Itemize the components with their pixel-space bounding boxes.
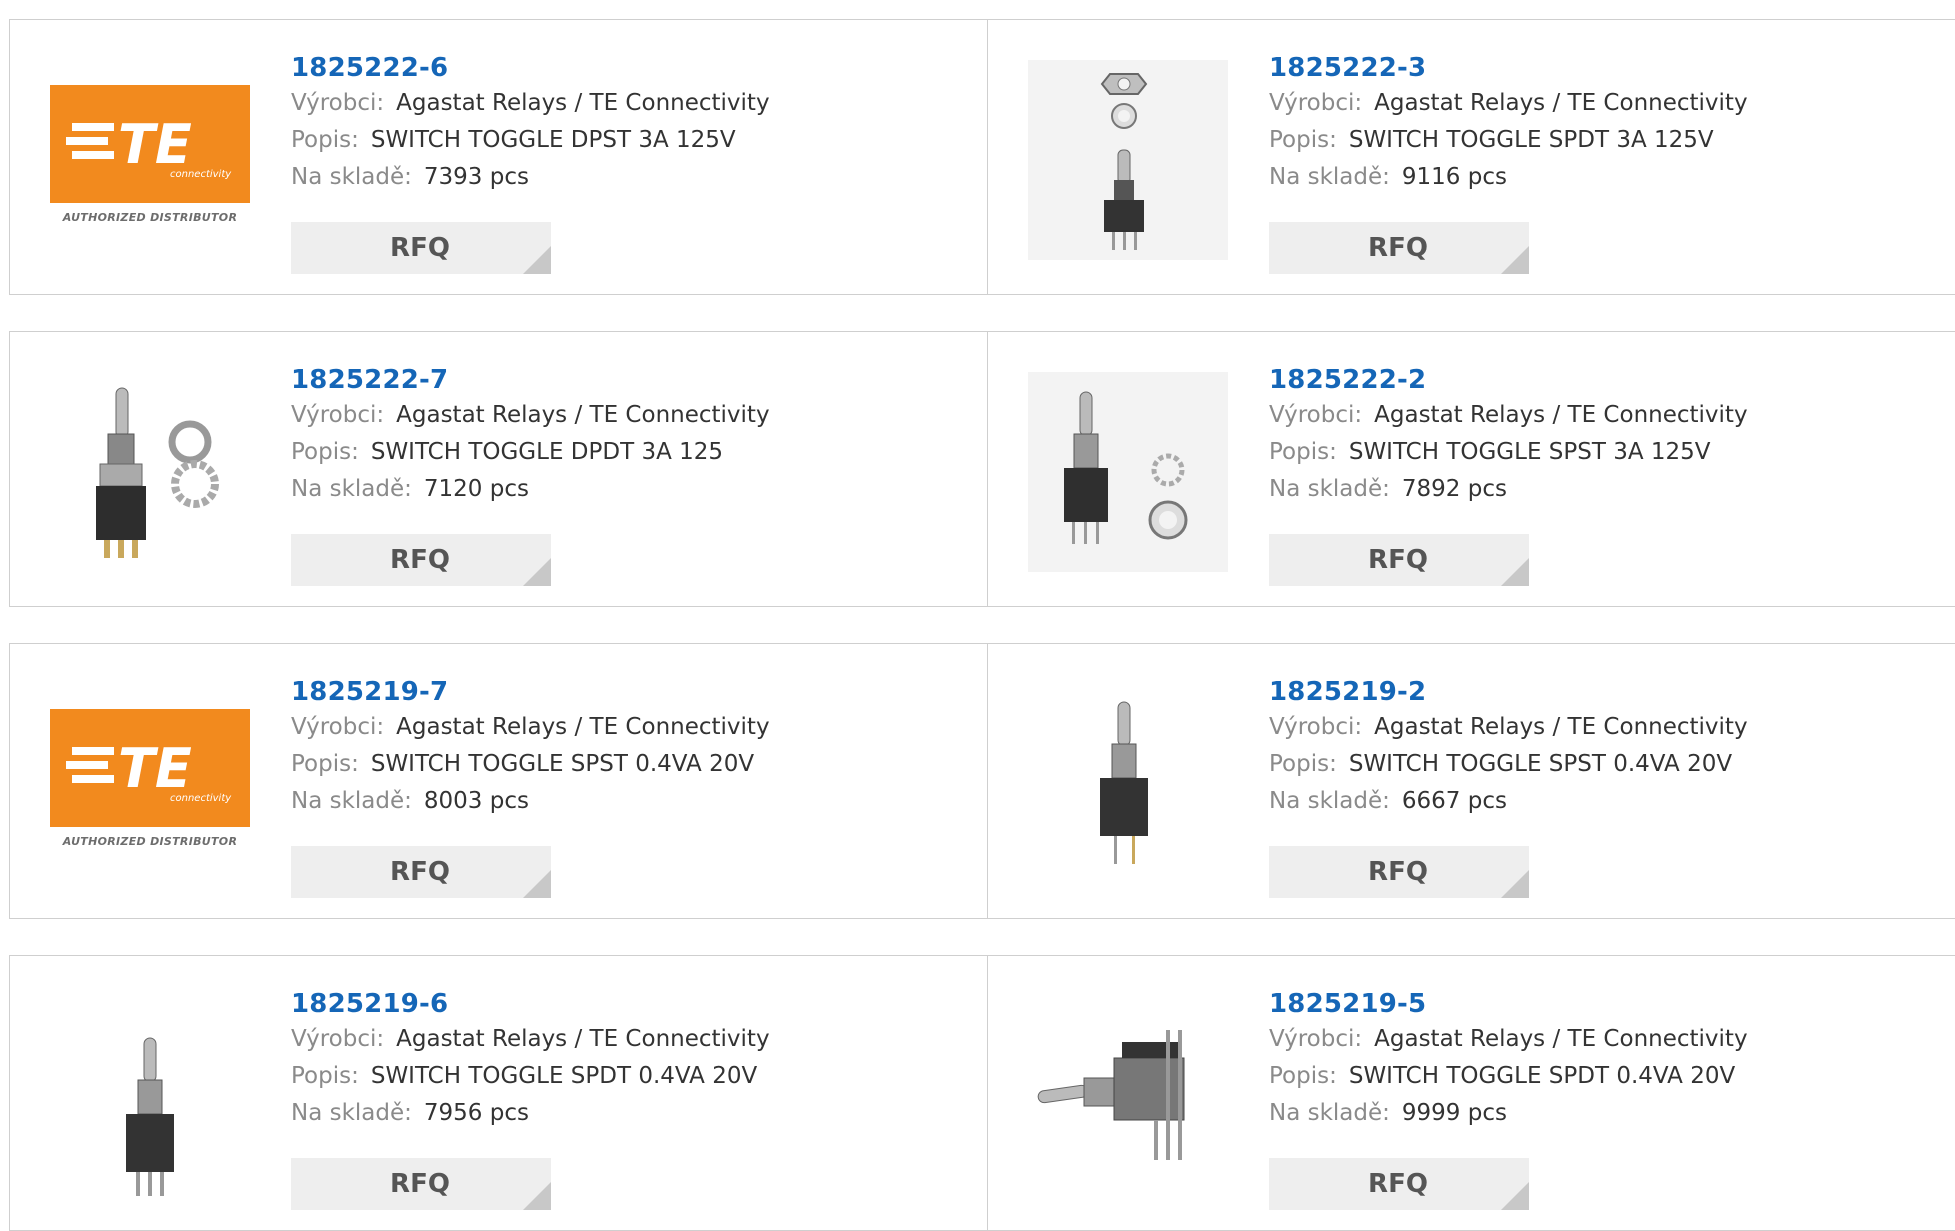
manufacturer-label: Výrobci: <box>291 1026 385 1052</box>
rfq-button[interactable]: RFQ <box>1269 846 1529 898</box>
part-number-link[interactable]: 1825219-5 <box>1269 987 1748 1021</box>
toggle-switch-icon <box>50 996 250 1196</box>
manufacturer-label: Výrobci: <box>291 402 385 428</box>
description-label: Popis: <box>1269 751 1337 777</box>
product-card: 1825219-5 Výrobci: Agastat Relays / TE Co… <box>987 955 1955 1231</box>
manufacturer-value: Agastat Relays / TE Connectivity <box>396 1026 770 1052</box>
svg-text:connectivity: connectivity <box>170 169 232 180</box>
description-value: SWITCH TOGGLE SPST 0.4VA 20V <box>1348 751 1733 777</box>
product-image[interactable] <box>50 996 250 1196</box>
stock-label: Na skladě: <box>291 1100 412 1126</box>
manufacturer-label: Výrobci: <box>1269 90 1363 116</box>
manufacturer-label: Výrobci: <box>1269 1026 1363 1052</box>
product-card: 1825222-2 Výrobci: Agastat Relays / TE Co… <box>987 331 1955 607</box>
product-image[interactable] <box>50 372 250 572</box>
rfq-button[interactable]: RFQ <box>1269 534 1529 586</box>
description-label: Popis: <box>291 127 359 153</box>
stock-value: 7892 pcs <box>1401 476 1507 502</box>
product-card: 1825219-6 Výrobci: Agastat Relays / TE Co… <box>9 955 989 1231</box>
part-number-link[interactable]: 1825219-2 <box>1269 675 1748 709</box>
te-logo-image[interactable]: TE connectivity AUTHORIZED DISTRIBUTOR <box>50 60 250 260</box>
rfq-button[interactable]: RFQ <box>291 846 551 898</box>
manufacturer-value: Agastat Relays / TE Connectivity <box>1374 402 1748 428</box>
te-logo-image[interactable]: TE connectivity AUTHORIZED DISTRIBUTOR <box>50 684 250 884</box>
manufacturer-label: Výrobci: <box>291 714 385 740</box>
part-number-link[interactable]: 1825219-7 <box>291 675 770 709</box>
product-card: TE connectivity AUTHORIZED DISTRIBUTOR 1… <box>9 643 989 919</box>
rfq-button[interactable]: RFQ <box>291 1158 551 1210</box>
description-value: SWITCH TOGGLE SPDT 0.4VA 20V <box>370 1063 758 1089</box>
manufacturer-value: Agastat Relays / TE Connectivity <box>1374 1026 1748 1052</box>
stock-label: Na skladě: <box>291 476 412 502</box>
stock-label: Na skladě: <box>291 164 412 190</box>
description-label: Popis: <box>291 439 359 465</box>
product-image[interactable] <box>1028 684 1228 884</box>
rfq-button[interactable]: RFQ <box>291 222 551 274</box>
rfq-button[interactable]: RFQ <box>291 534 551 586</box>
manufacturer-value: Agastat Relays / TE Connectivity <box>1374 90 1748 116</box>
svg-text:TE: TE <box>118 737 192 800</box>
manufacturer-label: Výrobci: <box>1269 714 1363 740</box>
description-label: Popis: <box>1269 439 1337 465</box>
description-value: SWITCH TOGGLE DPDT 3A 125 <box>370 439 724 465</box>
description-label: Popis: <box>1269 127 1337 153</box>
toggle-switch-icon <box>1028 60 1228 260</box>
stock-value: 7120 pcs <box>423 476 529 502</box>
stock-value: 9116 pcs <box>1401 164 1507 190</box>
part-number-link[interactable]: 1825219-6 <box>291 987 770 1021</box>
stock-value: 9999 pcs <box>1401 1100 1507 1126</box>
description-label: Popis: <box>1269 1063 1337 1089</box>
part-number-link[interactable]: 1825222-3 <box>1269 51 1748 85</box>
description-label: Popis: <box>291 1063 359 1089</box>
product-image[interactable] <box>1028 996 1228 1196</box>
toggle-switch-icon <box>50 372 250 572</box>
toggle-switch-icon <box>1028 684 1228 884</box>
part-number-link[interactable]: 1825222-2 <box>1269 363 1748 397</box>
manufacturer-value: Agastat Relays / TE Connectivity <box>396 90 770 116</box>
svg-text:connectivity: connectivity <box>170 793 232 804</box>
stock-value: 7393 pcs <box>423 164 529 190</box>
product-card: 1825222-7 Výrobci: Agastat Relays / TE Co… <box>9 331 989 607</box>
product-card: 1825219-2 Výrobci: Agastat Relays / TE Co… <box>987 643 1955 919</box>
product-card: 1825222-3 Výrobci: Agastat Relays / TE Co… <box>987 19 1955 295</box>
toggle-switch-icon <box>1028 996 1228 1196</box>
stock-label: Na skladě: <box>291 788 412 814</box>
description-label: Popis: <box>291 751 359 777</box>
product-image[interactable] <box>1028 372 1228 572</box>
toggle-switch-icon <box>1028 372 1228 572</box>
manufacturer-value: Agastat Relays / TE Connectivity <box>1374 714 1748 740</box>
part-number-link[interactable]: 1825222-7 <box>291 363 770 397</box>
description-value: SWITCH TOGGLE DPST 3A 125V <box>370 127 736 153</box>
stock-label: Na skladě: <box>1269 164 1390 190</box>
stock-value: 8003 pcs <box>423 788 529 814</box>
svg-text:TE: TE <box>118 113 192 176</box>
manufacturer-value: Agastat Relays / TE Connectivity <box>396 402 770 428</box>
product-card: TE connectivity AUTHORIZED DISTRIBUTOR 1… <box>9 19 989 295</box>
stock-label: Na skladě: <box>1269 476 1390 502</box>
part-number-link[interactable]: 1825222-6 <box>291 51 770 85</box>
manufacturer-value: Agastat Relays / TE Connectivity <box>396 714 770 740</box>
description-value: SWITCH TOGGLE SPDT 3A 125V <box>1348 127 1714 153</box>
stock-label: Na skladě: <box>1269 788 1390 814</box>
stock-label: Na skladě: <box>1269 1100 1390 1126</box>
manufacturer-label: Výrobci: <box>1269 402 1363 428</box>
description-value: SWITCH TOGGLE SPDT 0.4VA 20V <box>1348 1063 1736 1089</box>
rfq-button[interactable]: RFQ <box>1269 1158 1529 1210</box>
product-image[interactable] <box>1028 60 1228 260</box>
manufacturer-label: Výrobci: <box>291 90 385 116</box>
stock-value: 6667 pcs <box>1401 788 1507 814</box>
rfq-button[interactable]: RFQ <box>1269 222 1529 274</box>
product-grid: TE connectivity AUTHORIZED DISTRIBUTOR 1… <box>0 0 1955 1231</box>
stock-value: 7956 pcs <box>423 1100 529 1126</box>
description-value: SWITCH TOGGLE SPST 3A 125V <box>1348 439 1711 465</box>
description-value: SWITCH TOGGLE SPST 0.4VA 20V <box>370 751 755 777</box>
